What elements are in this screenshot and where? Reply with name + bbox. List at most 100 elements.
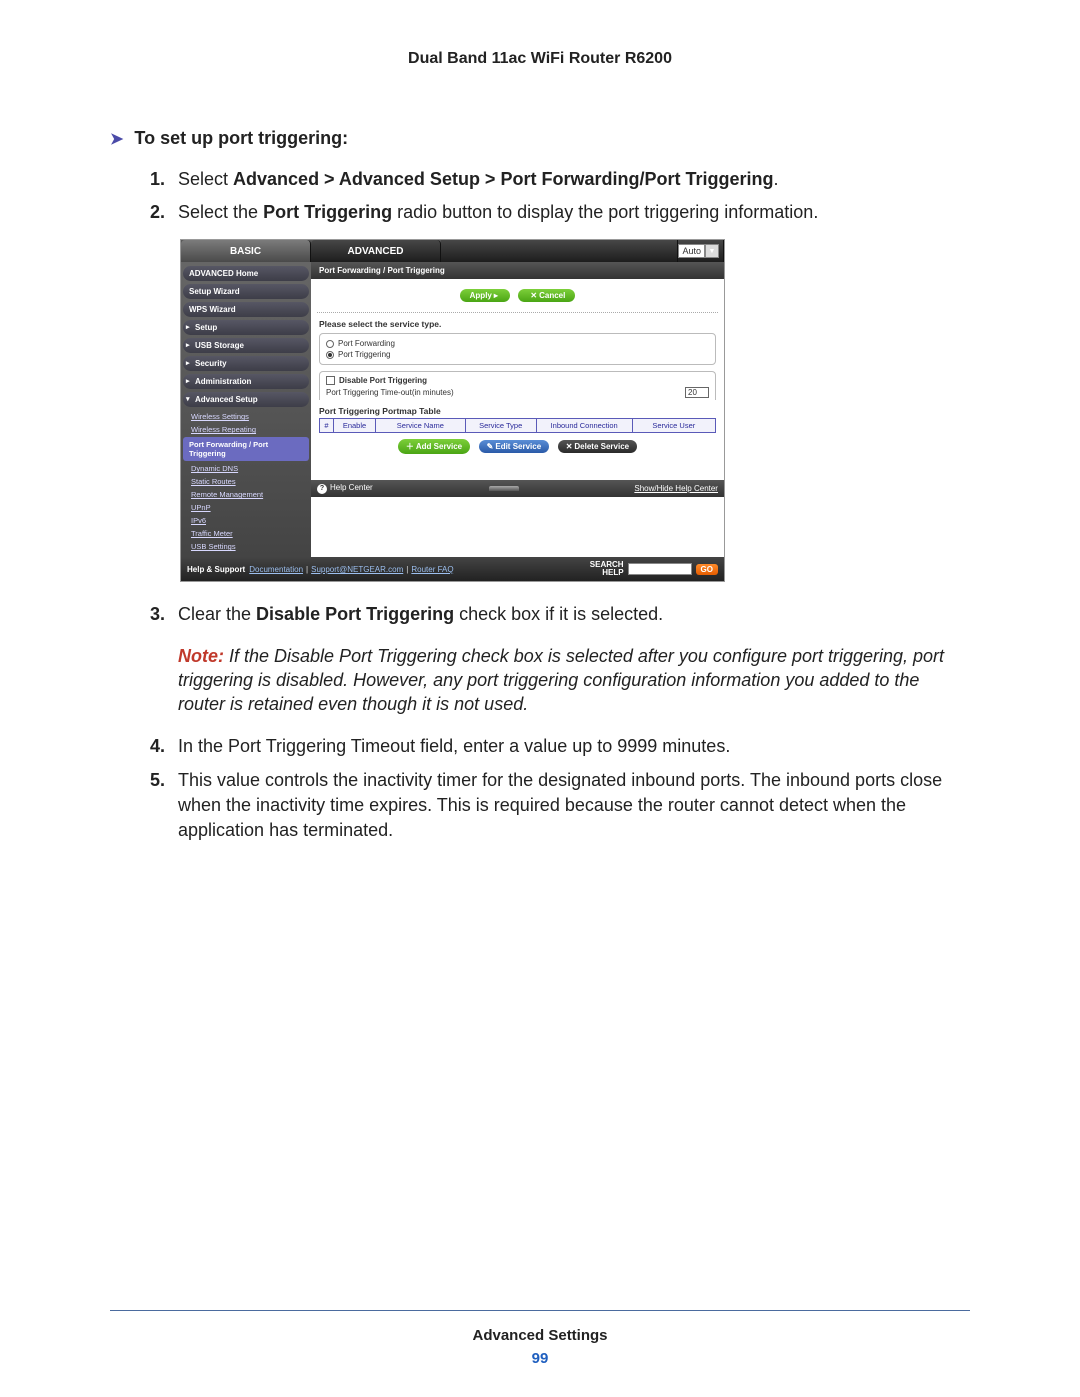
breadcrumb: Port Forwarding / Port Triggering [311, 262, 724, 279]
help-center-label[interactable]: ?Help Center [317, 483, 373, 494]
sidebar-sub-wireless-settings[interactable]: Wireless Settings [183, 410, 309, 423]
button-row: Apply▸ ✕Cancel [317, 279, 718, 313]
delete-service-button[interactable]: ✕Delete Service [558, 440, 637, 453]
note-body: If the Disable Port Triggering check box… [178, 646, 944, 715]
language-select-wrap: Auto ▼ [678, 240, 724, 262]
step-1: 1. Select Advanced > Advanced Setup > Po… [150, 167, 970, 192]
page-footer: Advanced Settings 99 [0, 1310, 1080, 1367]
note-label: Note: [178, 646, 224, 666]
step-3: 3. Clear the Disable Port Triggering che… [150, 602, 970, 627]
language-select[interactable]: Auto [678, 244, 705, 258]
main-panel: Port Forwarding / Port Triggering Apply▸… [311, 262, 724, 557]
step-text: Select [178, 169, 233, 189]
step-text-end: radio button to display the port trigger… [392, 202, 818, 222]
sidebar-sub-upnp[interactable]: UPnP [183, 501, 309, 514]
sidebar-item-advanced-home[interactable]: ADVANCED Home [183, 266, 309, 281]
step-4: 4. In the Port Triggering Timeout field,… [150, 734, 970, 759]
documentation-link[interactable]: Documentation [249, 565, 303, 574]
arrow-right-icon: ▸ [494, 291, 498, 300]
router-screenshot: BASIC ADVANCED Auto ▼ ADVANCED Home Setu… [180, 239, 725, 582]
radio-port-forwarding[interactable]: Port Forwarding [326, 338, 709, 349]
step-text: Select the [178, 202, 263, 222]
tab-basic[interactable]: BASIC [181, 240, 311, 262]
sidebar-item-security[interactable]: Security [183, 356, 309, 371]
sidebar-sub-ipv6[interactable]: IPv6 [183, 514, 309, 527]
tab-spacer [441, 240, 678, 262]
th-inbound-connection: Inbound Connection [537, 419, 633, 432]
support-email-link[interactable]: Support@NETGEAR.com [311, 565, 403, 574]
step-text: In the Port Triggering Timeout field, en… [178, 736, 730, 756]
th-service-user: Service User [633, 419, 715, 432]
table-button-row: ＋Add Service ✎Edit Service ✕Delete Servi… [311, 433, 724, 480]
radio-port-triggering[interactable]: Port Triggering [326, 349, 709, 360]
th-index: # [320, 419, 334, 432]
sidebar: ADVANCED Home Setup Wizard WPS Wizard Se… [181, 262, 311, 557]
footer-title: Advanced Settings [0, 1327, 1080, 1344]
timeout-input[interactable]: 20 [685, 387, 709, 398]
sidebar-item-wps-wizard[interactable]: WPS Wizard [183, 302, 309, 317]
note-block: Note: If the Disable Port Triggering che… [178, 644, 970, 717]
step-text: Clear the [178, 604, 256, 624]
sidebar-item-setup-wizard[interactable]: Setup Wizard [183, 284, 309, 299]
step-text-end: . [773, 169, 778, 189]
page-number: 99 [0, 1350, 1080, 1367]
show-hide-help-link[interactable]: Show/Hide Help Center [634, 484, 718, 493]
sidebar-item-advanced-setup[interactable]: Advanced Setup [183, 392, 309, 407]
sidebar-sub-remote-management[interactable]: Remote Management [183, 488, 309, 501]
sidebar-item-usb-storage[interactable]: USB Storage [183, 338, 309, 353]
checkbox-icon [326, 376, 335, 385]
step-number: 4. [150, 734, 165, 759]
th-service-type: Service Type [466, 419, 537, 432]
sidebar-item-setup[interactable]: Setup [183, 320, 309, 335]
step-2: 2. Select the Port Triggering radio butt… [150, 200, 970, 225]
heading-arrow-icon: ➤ [110, 131, 123, 148]
search-help-label: SEARCH HELP [590, 561, 624, 577]
drag-handle-icon[interactable] [489, 486, 519, 491]
search-input[interactable] [628, 563, 692, 575]
step-bold: Disable Port Triggering [256, 604, 454, 624]
radio-icon [326, 351, 334, 359]
sidebar-sub-traffic-meter[interactable]: Traffic Meter [183, 527, 309, 540]
service-type-group: Port Forwarding Port Triggering [319, 333, 716, 365]
edit-service-button[interactable]: ✎Edit Service [479, 440, 550, 453]
step-number: 1. [150, 167, 165, 192]
section-heading: ➤ To set up port triggering: [110, 128, 970, 149]
step-number: 5. [150, 768, 165, 793]
section-heading-text: To set up port triggering: [134, 128, 348, 148]
portmap-table-header: # Enable Service Name Service Type Inbou… [320, 419, 715, 432]
service-type-label: Please select the service type. [311, 313, 724, 333]
tab-advanced[interactable]: ADVANCED [311, 240, 441, 262]
help-support-label: Help & Support [187, 565, 245, 574]
step-5: 5. This value controls the inactivity ti… [150, 768, 970, 844]
close-icon: ✕ [566, 442, 573, 451]
sidebar-sub-port-forwarding[interactable]: Port Forwarding / Port Triggering [183, 437, 309, 461]
radio-icon [326, 340, 334, 348]
step-text-end: check box if it is selected. [454, 604, 663, 624]
apply-button[interactable]: Apply▸ [460, 289, 510, 302]
footer-bar: Help & Support Documentation | Support@N… [181, 557, 724, 581]
sidebar-sub-dynamic-dns[interactable]: Dynamic DNS [183, 462, 309, 475]
disable-port-triggering-checkbox[interactable]: Disable Port Triggering [326, 376, 709, 385]
router-faq-link[interactable]: Router FAQ [411, 565, 453, 574]
step-bold: Port Triggering [263, 202, 392, 222]
portmap-table-title: Port Triggering Portmap Table [319, 406, 716, 416]
th-service-name: Service Name [376, 419, 466, 432]
cancel-button[interactable]: ✕Cancel [518, 289, 575, 302]
th-enable: Enable [334, 419, 376, 432]
chevron-down-icon[interactable]: ▼ [705, 244, 719, 258]
plus-icon: ＋ [406, 441, 414, 452]
step-number: 2. [150, 200, 165, 225]
sidebar-sub-usb-settings[interactable]: USB Settings [183, 540, 309, 553]
step-text: This value controls the inactivity timer… [178, 770, 942, 840]
port-triggering-options: Disable Port Triggering Port Triggering … [319, 371, 716, 400]
sidebar-sub-wireless-repeating[interactable]: Wireless Repeating [183, 423, 309, 436]
question-icon: ? [317, 484, 327, 494]
close-icon: ✕ [530, 291, 537, 300]
add-service-button[interactable]: ＋Add Service [398, 439, 470, 454]
sidebar-sub-static-routes[interactable]: Static Routes [183, 475, 309, 488]
help-center-bar: ?Help Center Show/Hide Help Center [311, 480, 724, 497]
go-button[interactable]: GO [696, 564, 718, 575]
document-header: Dual Band 11ac WiFi Router R6200 [110, 50, 970, 68]
portmap-table: # Enable Service Name Service Type Inbou… [319, 418, 716, 433]
sidebar-item-administration[interactable]: Administration [183, 374, 309, 389]
